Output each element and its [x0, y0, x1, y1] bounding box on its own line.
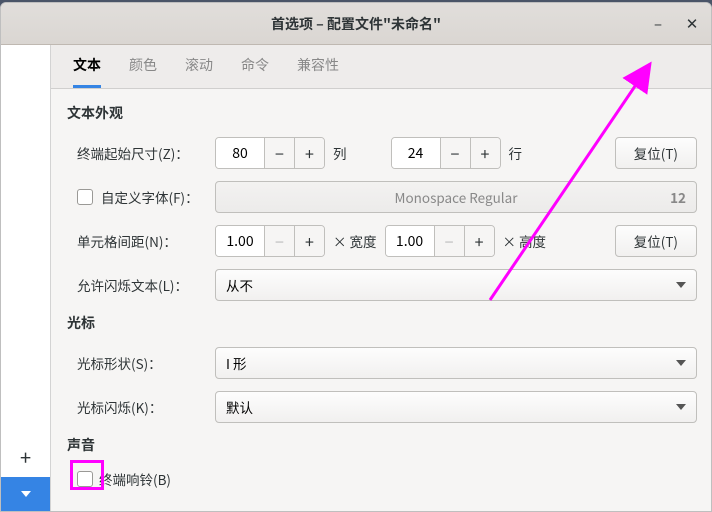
label-initial-size: 终端起始尺寸(Z)： [65, 143, 215, 163]
reset-size-button[interactable]: 复位(T) [615, 137, 697, 169]
terminal-bell-checkbox[interactable] [77, 471, 93, 487]
cursor-blink-value: 默认 [226, 397, 253, 417]
rows-unit: 行 [509, 143, 523, 163]
columns-minus[interactable]: − [264, 138, 294, 168]
font-size: 12 [670, 187, 686, 207]
columns-plus[interactable]: + [294, 138, 324, 168]
titlebar: 首选项 – 配置文件"未命名" – ✕ [1, 3, 711, 45]
font-chooser-button[interactable]: Monospace Regular 12 [215, 181, 697, 213]
cursor-shape-combo[interactable]: I 形 [215, 347, 697, 379]
cell-height-plus[interactable]: + [464, 226, 494, 256]
cursor-blink-combo[interactable]: 默认 [215, 391, 697, 423]
times-height: × 高度 [503, 231, 547, 251]
section-appearance: 文本外观 [67, 103, 697, 123]
cell-width-plus[interactable]: + [294, 226, 324, 256]
cell-width-minus[interactable]: − [264, 226, 294, 256]
tab-command[interactable]: 命令 [241, 55, 269, 88]
rows-minus[interactable]: − [440, 138, 470, 168]
columns-spinner[interactable]: − + [215, 137, 325, 169]
font-name: Monospace Regular [395, 187, 518, 207]
row-cursor-blink: 光标闪烁(K)： 默认 [65, 391, 697, 423]
row-custom-font: 自定义字体(F)： Monospace Regular 12 [65, 181, 697, 213]
rows-input[interactable] [392, 138, 440, 168]
label-cursor-blink: 光标闪烁(K)： [65, 397, 215, 417]
cell-height-spinner[interactable]: − + [385, 225, 495, 257]
tab-colors[interactable]: 颜色 [129, 55, 157, 88]
cell-width-input[interactable] [216, 226, 264, 256]
titlebar-controls: – ✕ [645, 3, 705, 44]
label-terminal-bell: 终端响铃(B) [99, 469, 171, 489]
chevron-down-icon [676, 360, 686, 366]
columns-unit: 列 [333, 143, 347, 163]
rows-spinner[interactable]: − + [391, 137, 501, 169]
window-title: 首选项 – 配置文件"未命名" [271, 14, 441, 34]
label-allow-blink: 允许闪烁文本(L)： [65, 275, 215, 295]
cell-height-minus[interactable]: − [434, 226, 464, 256]
chevron-down-icon [21, 491, 31, 497]
tab-text[interactable]: 文本 [73, 55, 101, 88]
section-sound: 声音 [67, 435, 697, 455]
blink-text-combo[interactable]: 从不 [215, 269, 697, 301]
row-cursor-shape: 光标形状(S)： I 形 [65, 347, 697, 379]
label-cell-spacing: 单元格间距(N)： [65, 231, 215, 251]
custom-font-checkbox[interactable] [77, 189, 93, 205]
chevron-down-icon [676, 282, 686, 288]
sidebar-dropdown[interactable] [1, 477, 50, 511]
cell-height-input[interactable] [386, 226, 434, 256]
section-cursor: 光标 [67, 313, 697, 333]
cell-width-spinner[interactable]: − + [215, 225, 325, 257]
row-cell-spacing: 单元格间距(N)： − + × 宽度 − + × 高度 复位(T [65, 225, 697, 257]
close-button[interactable]: ✕ [679, 11, 705, 37]
tab-scroll[interactable]: 滚动 [185, 55, 213, 88]
label-custom-font: 自定义字体(F)： [101, 187, 199, 207]
blink-text-value: 从不 [226, 275, 253, 295]
cursor-shape-value: I 形 [226, 353, 246, 373]
minimize-button[interactable]: – [645, 11, 671, 37]
columns-input[interactable] [216, 138, 264, 168]
add-profile-icon[interactable]: + [20, 442, 31, 471]
tab-bar: 文本 颜色 滚动 命令 兼容性 [51, 45, 711, 89]
chevron-down-icon [676, 404, 686, 410]
tab-compat[interactable]: 兼容性 [297, 55, 339, 88]
profile-sidebar: + [1, 45, 51, 511]
reset-spacing-button[interactable]: 复位(T) [615, 225, 697, 257]
row-initial-size: 终端起始尺寸(Z)： − + 列 − + 行 [65, 137, 697, 169]
main-panel: 文本 颜色 滚动 命令 兼容性 文本外观 终端起始尺寸(Z)： − + 列 [51, 45, 711, 511]
row-allow-blink: 允许闪烁文本(L)： 从不 [65, 269, 697, 301]
preferences-window: 首选项 – 配置文件"未命名" – ✕ + 文本 颜色 滚动 命令 兼容性 文本… [0, 2, 712, 512]
label-cursor-shape: 光标形状(S)： [65, 353, 215, 373]
times-width: × 宽度 [333, 231, 377, 251]
row-terminal-bell: 终端响铃(B) [65, 469, 697, 489]
rows-plus[interactable]: + [470, 138, 500, 168]
